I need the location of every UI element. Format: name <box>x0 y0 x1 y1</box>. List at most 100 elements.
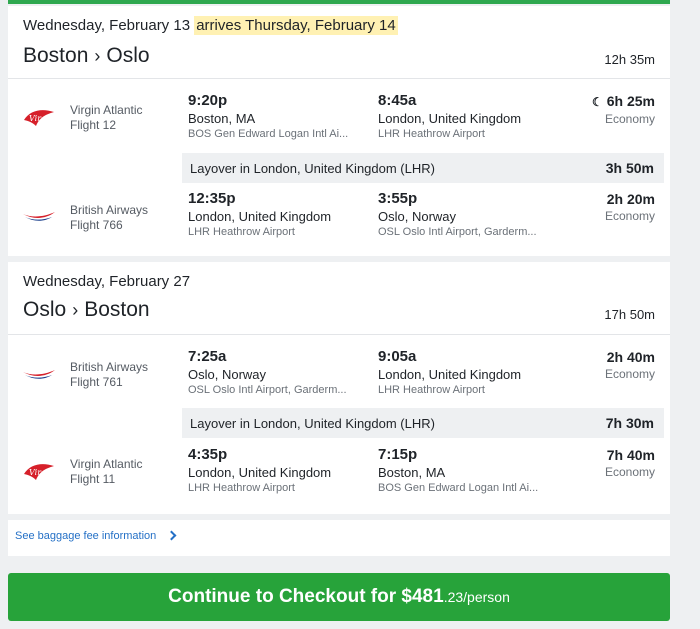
depart-airport: OSL Oslo Intl Airport, Garderm... <box>188 384 347 396</box>
segment-duration: 2h 20m Economy <box>605 190 655 224</box>
departure-info: 9:20p Boston, MA BOS Gen Edward Logan In… <box>188 92 363 141</box>
checkout-price-cents[interactable]: .23 <box>444 589 463 605</box>
return-date: Wednesday, February 27 <box>23 273 191 290</box>
arrival-info: 9:05a London, United Kingdom LHR Heathro… <box>378 348 553 397</box>
british-airways-logo <box>23 212 55 221</box>
checkout-per-person[interactable]: /person <box>463 589 510 605</box>
arrive-time: 7:15p <box>378 446 418 463</box>
continue-to-checkout-button[interactable]: Continue to Checkout for $481.23/person <box>8 573 670 621</box>
depart-time: 12:35p <box>188 190 236 207</box>
divider <box>8 78 670 79</box>
flight-segment: British Airways Flight 761 7:25a Oslo, N… <box>8 348 670 414</box>
airline-info: British Airways Flight 761 <box>70 360 148 390</box>
arrive-airport: LHR Heathrow Airport <box>378 128 485 140</box>
outbound-itinerary-card: Wednesday, February 13 arrives Thursday,… <box>8 6 670 256</box>
return-itinerary-card: Wednesday, February 27 Oslo › Boston 17h 5… <box>8 262 670 514</box>
arrive-city: Oslo, Norway <box>378 209 457 224</box>
cabin-class: Economy <box>604 465 655 479</box>
airline-name: Virgin Atlantic <box>70 103 143 117</box>
depart-time: 9:20p <box>188 92 228 109</box>
depart-city: Boston, MA <box>188 111 256 126</box>
outbound-total-duration: 12h 35m <box>604 52 655 67</box>
arrival-info: 8:45a London, United Kingdom LHR Heathro… <box>378 92 553 141</box>
arrive-time: 3:55p <box>378 190 418 207</box>
arrive-airport: LHR Heathrow Airport <box>378 384 485 396</box>
departure-info: 12:35p London, United Kingdom LHR Heathr… <box>188 190 363 239</box>
depart-city: Oslo, Norway <box>188 367 267 382</box>
layover-text: Layover in London, United Kingdom (LHR) <box>190 161 435 176</box>
depart-airport: LHR Heathrow Airport <box>188 226 295 238</box>
segment-duration: 7h 40m Economy <box>605 446 655 480</box>
arrive-time: 8:45a <box>378 92 417 109</box>
depart-airport: BOS Gen Edward Logan Intl Ai... <box>188 128 349 140</box>
chevron-right-icon[interactable] <box>166 530 177 541</box>
arrive-city: Boston, MA <box>378 465 446 480</box>
segment-duration: 2h 40m Economy <box>605 348 655 382</box>
route-origin: Boston <box>23 44 89 67</box>
arrives-note-highlight: arrives Thursday, February 14 <box>194 16 398 35</box>
flight-segment: British Airways Flight 766 12:35p London… <box>8 190 670 256</box>
airline-name: Virgin Atlantic <box>70 457 143 471</box>
departure-info: 7:25a Oslo, Norway OSL Oslo Intl Airport… <box>188 348 363 397</box>
depart-city: London, United Kingdom <box>188 465 332 480</box>
depart-airport: LHR Heathrow Airport <box>188 482 295 494</box>
cabin-class: Economy <box>604 209 655 223</box>
depart-city: London, United Kingdom <box>188 209 332 224</box>
layover-duration: 3h 50m <box>605 160 654 176</box>
layover-text: Layover in London, United Kingdom (LHR) <box>190 416 435 431</box>
layover-bar: Layover in London, United Kingdom (LHR) … <box>182 408 664 438</box>
segment-duration: ☾ 6h 25m Economy <box>592 92 655 127</box>
divider <box>8 334 670 335</box>
flight-segment: Virgin Virgin Atlantic Flight 12 9:20p B… <box>8 92 670 158</box>
layover-bar: Layover in London, United Kingdom (LHR) … <box>182 153 664 183</box>
airline-info: Virgin Atlantic Flight 12 <box>70 103 143 133</box>
virgin-atlantic-logo: Virgin <box>24 110 54 126</box>
baggage-fee-link[interactable]: See baggage fee information <box>15 530 177 542</box>
baggage-fee-link-text[interactable]: See baggage fee information <box>15 530 156 542</box>
duration-text: 7h 40m <box>606 447 655 463</box>
return-route-title: Oslo › Boston <box>23 298 150 322</box>
route-destination: Oslo <box>106 44 150 67</box>
checkout-price[interactable]: $481 <box>401 586 443 607</box>
arrival-info: 7:15p Boston, MA BOS Gen Edward Logan In… <box>378 446 553 495</box>
airline-name: British Airways <box>70 360 149 374</box>
flight-number: Flight 761 <box>70 375 123 389</box>
route-separator-icon: › <box>72 300 79 320</box>
british-airways-logo <box>23 370 55 379</box>
cabin-class: Economy <box>604 367 655 381</box>
depart-time: 7:25a <box>188 348 227 365</box>
layover-duration: 7h 30m <box>605 415 654 431</box>
outbound-date: Wednesday, February 13 arrives Thursday,… <box>23 16 398 35</box>
route-origin: Oslo <box>23 298 67 321</box>
arrive-airport: OSL Oslo Intl Airport, Garderm... <box>378 226 537 238</box>
departure-info: 4:35p London, United Kingdom LHR Heathro… <box>188 446 363 495</box>
route-destination: Boston <box>84 298 150 321</box>
baggage-info-card: See baggage fee information <box>8 520 670 556</box>
airline-info: British Airways Flight 766 <box>70 203 148 233</box>
route-separator-icon: › <box>94 46 101 66</box>
airline-info: Virgin Atlantic Flight 11 <box>70 457 143 487</box>
airline-name: British Airways <box>70 203 149 217</box>
moon-icon: ☾ <box>591 95 603 109</box>
return-total-duration: 17h 50m <box>604 307 655 322</box>
checkout-label[interactable]: Continue to Checkout for <box>168 586 396 607</box>
outbound-route-title: Boston › Oslo <box>23 44 150 68</box>
arrive-airport: BOS Gen Edward Logan Intl Ai... <box>378 482 539 494</box>
arrival-info: 3:55p Oslo, Norway OSL Oslo Intl Airport… <box>378 190 553 239</box>
flight-number: Flight 766 <box>70 218 123 232</box>
duration-text: 6h 25m <box>606 93 655 109</box>
arrive-city: London, United Kingdom <box>378 367 522 382</box>
arrive-city: London, United Kingdom <box>378 111 522 126</box>
duration-text: 2h 20m <box>606 191 655 207</box>
arrive-time: 9:05a <box>378 348 417 365</box>
flight-segment: Virgin Virgin Atlantic Flight 11 4:35p L… <box>8 446 670 512</box>
top-accent-bar <box>8 0 670 4</box>
cabin-class: Economy <box>604 112 655 126</box>
virgin-atlantic-logo: Virgin <box>24 464 54 480</box>
flight-number: Flight 11 <box>70 472 116 486</box>
outbound-date-text: Wednesday, February 13 <box>23 17 191 34</box>
flight-number: Flight 12 <box>70 118 117 132</box>
depart-time: 4:35p <box>188 446 228 463</box>
duration-text: 2h 40m <box>606 349 655 365</box>
svg-text:Virgin: Virgin <box>29 468 54 477</box>
